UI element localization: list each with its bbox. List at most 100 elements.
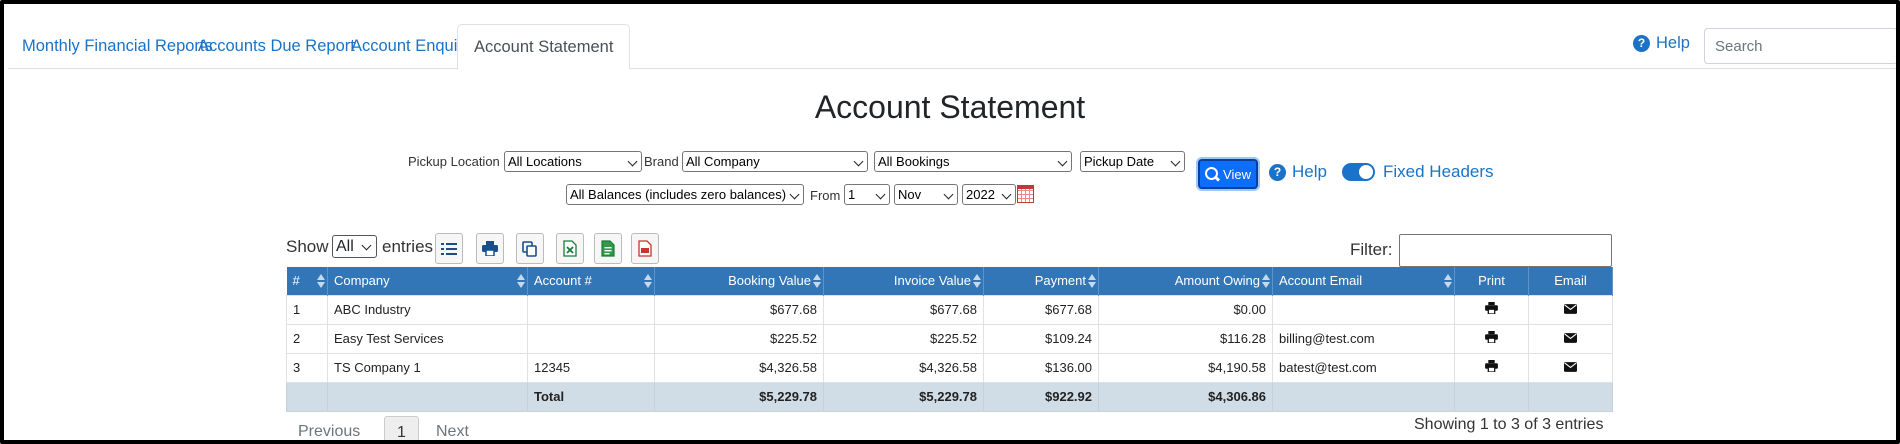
csv-export-button[interactable] xyxy=(594,233,622,264)
email-row-button[interactable] xyxy=(1528,323,1613,354)
envelope-icon xyxy=(1564,362,1577,372)
sort-icon xyxy=(813,274,821,288)
column-header-amount-owing[interactable]: Amount Owing xyxy=(1098,267,1273,295)
booking-value-cell: $4,326.58 xyxy=(654,352,824,383)
envelope-icon xyxy=(1564,333,1577,343)
help-link[interactable]: ? Help xyxy=(1269,162,1327,182)
next-page-button[interactable]: Next xyxy=(424,416,481,440)
printer-icon xyxy=(1485,360,1498,373)
total-booking-value: $5,229.78 xyxy=(654,381,824,412)
day-select[interactable]: 1 xyxy=(844,184,890,205)
row-number: 3 xyxy=(286,352,328,383)
fixed-headers-label: Fixed Headers xyxy=(1383,162,1494,181)
account-number-cell xyxy=(527,323,655,354)
pickup-location-select[interactable]: All Locations xyxy=(504,151,642,172)
column-header-company[interactable]: Company xyxy=(327,267,528,295)
amount-owing-cell: $116.28 xyxy=(1098,323,1273,354)
search-input[interactable] xyxy=(1704,28,1896,64)
column-header-account-email[interactable]: Account Email xyxy=(1272,267,1455,295)
calendar-icon[interactable] xyxy=(1017,185,1034,203)
help-link-top[interactable]: ? Help xyxy=(1633,34,1690,53)
date-type-select[interactable]: Pickup Date xyxy=(1080,151,1185,172)
entries-label: entries xyxy=(382,237,434,256)
column-header-booking-value[interactable]: Booking Value xyxy=(654,267,824,295)
filter-input[interactable] xyxy=(1399,234,1612,267)
invoice-value-cell: $4,326.58 xyxy=(823,352,984,383)
view-label: View xyxy=(1223,166,1251,182)
page-title: Account Statement xyxy=(814,89,1086,125)
company-cell: TS Company 1 xyxy=(327,352,528,383)
column-header-number[interactable]: # xyxy=(286,267,328,295)
email-row-button[interactable] xyxy=(1528,294,1613,325)
show-entries-select[interactable]: All xyxy=(332,235,377,258)
column-header-email: Email xyxy=(1528,267,1613,295)
account-statement-table: # Company Account # Booking Value Invoic… xyxy=(286,267,1613,412)
payment-cell: $677.68 xyxy=(983,294,1099,325)
table-row: 2 Easy Test Services $225.52 $225.52 $10… xyxy=(286,323,1613,354)
total-amount-owing: $4,306.86 xyxy=(1098,381,1273,412)
column-header-account-number[interactable]: Account # xyxy=(527,267,655,295)
pickup-location-label: Pickup Location xyxy=(408,154,500,169)
sort-icon xyxy=(644,274,652,288)
help-label: Help xyxy=(1656,34,1690,52)
copy-button[interactable] xyxy=(516,233,544,264)
list-icon xyxy=(441,242,457,255)
sort-icon xyxy=(1444,274,1452,288)
question-circle-icon: ? xyxy=(1269,163,1286,181)
email-row-button[interactable] xyxy=(1528,352,1613,383)
account-email-cell: billing@test.com xyxy=(1272,323,1455,354)
total-payment: $922.92 xyxy=(983,381,1099,412)
table-header-row: # Company Account # Booking Value Invoic… xyxy=(286,267,1613,295)
account-number-cell: 12345 xyxy=(527,352,655,383)
account-number-cell xyxy=(527,294,655,325)
help-label: Help xyxy=(1292,162,1327,181)
amount-owing-cell: $0.00 xyxy=(1098,294,1273,325)
app-frame: Monthly Financial Reports Accounts Due R… xyxy=(0,0,1900,444)
show-label: Show xyxy=(286,237,329,256)
table-info: Showing 1 to 3 of 3 entries xyxy=(1414,416,1604,433)
print-table-button[interactable] xyxy=(476,233,504,264)
printer-icon xyxy=(1485,302,1498,315)
row-number: 2 xyxy=(286,323,328,354)
previous-page-button[interactable]: Previous xyxy=(286,416,372,440)
brand-select[interactable]: All Company xyxy=(682,151,868,172)
print-row-button[interactable] xyxy=(1454,352,1529,383)
tab-account-statement[interactable]: Account Statement xyxy=(457,24,631,70)
view-button[interactable]: View xyxy=(1198,159,1258,189)
page-1-button[interactable]: 1 xyxy=(384,416,419,440)
fixed-headers-toggle[interactable]: Fixed Headers xyxy=(1342,162,1494,182)
sort-icon xyxy=(517,274,525,288)
balances-select[interactable]: All Balances (includes zero balances) xyxy=(566,184,804,205)
month-select[interactable]: Nov xyxy=(894,184,958,205)
company-cell: Easy Test Services xyxy=(327,323,528,354)
sort-icon xyxy=(1262,274,1270,288)
payment-cell: $109.24 xyxy=(983,323,1099,354)
printer-icon xyxy=(1485,331,1498,344)
total-row: Total $5,229.78 $5,229.78 $922.92 $4,306… xyxy=(286,381,1613,412)
from-label: From xyxy=(810,188,841,203)
envelope-icon xyxy=(1564,304,1577,314)
brand-label: Brand xyxy=(644,154,679,169)
excel-export-button[interactable] xyxy=(556,233,584,264)
row-number: 1 xyxy=(286,294,328,325)
sort-icon xyxy=(317,274,325,288)
column-header-payment[interactable]: Payment xyxy=(983,267,1099,295)
search-icon xyxy=(1205,167,1219,181)
toggle-switch[interactable] xyxy=(1342,163,1375,181)
print-row-button[interactable] xyxy=(1454,323,1529,354)
total-label: Total xyxy=(527,381,655,412)
copy-icon xyxy=(522,240,537,257)
printer-icon xyxy=(482,241,498,256)
payment-cell: $136.00 xyxy=(983,352,1099,383)
report-tabs: Monthly Financial Reports Accounts Due R… xyxy=(8,8,1896,70)
booking-value-cell: $677.68 xyxy=(654,294,824,325)
column-list-button[interactable] xyxy=(435,233,463,264)
table-row: 3 TS Company 1 12345 $4,326.58 $4,326.58… xyxy=(286,352,1613,383)
year-select[interactable]: 2022 xyxy=(962,184,1016,205)
question-circle-icon: ? xyxy=(1633,35,1650,52)
bookings-select[interactable]: All Bookings xyxy=(874,151,1072,172)
column-header-invoice-value[interactable]: Invoice Value xyxy=(823,267,984,295)
print-row-button[interactable] xyxy=(1454,294,1529,325)
pdf-export-button[interactable] xyxy=(631,233,659,264)
filter-label: Filter: xyxy=(1350,240,1393,259)
